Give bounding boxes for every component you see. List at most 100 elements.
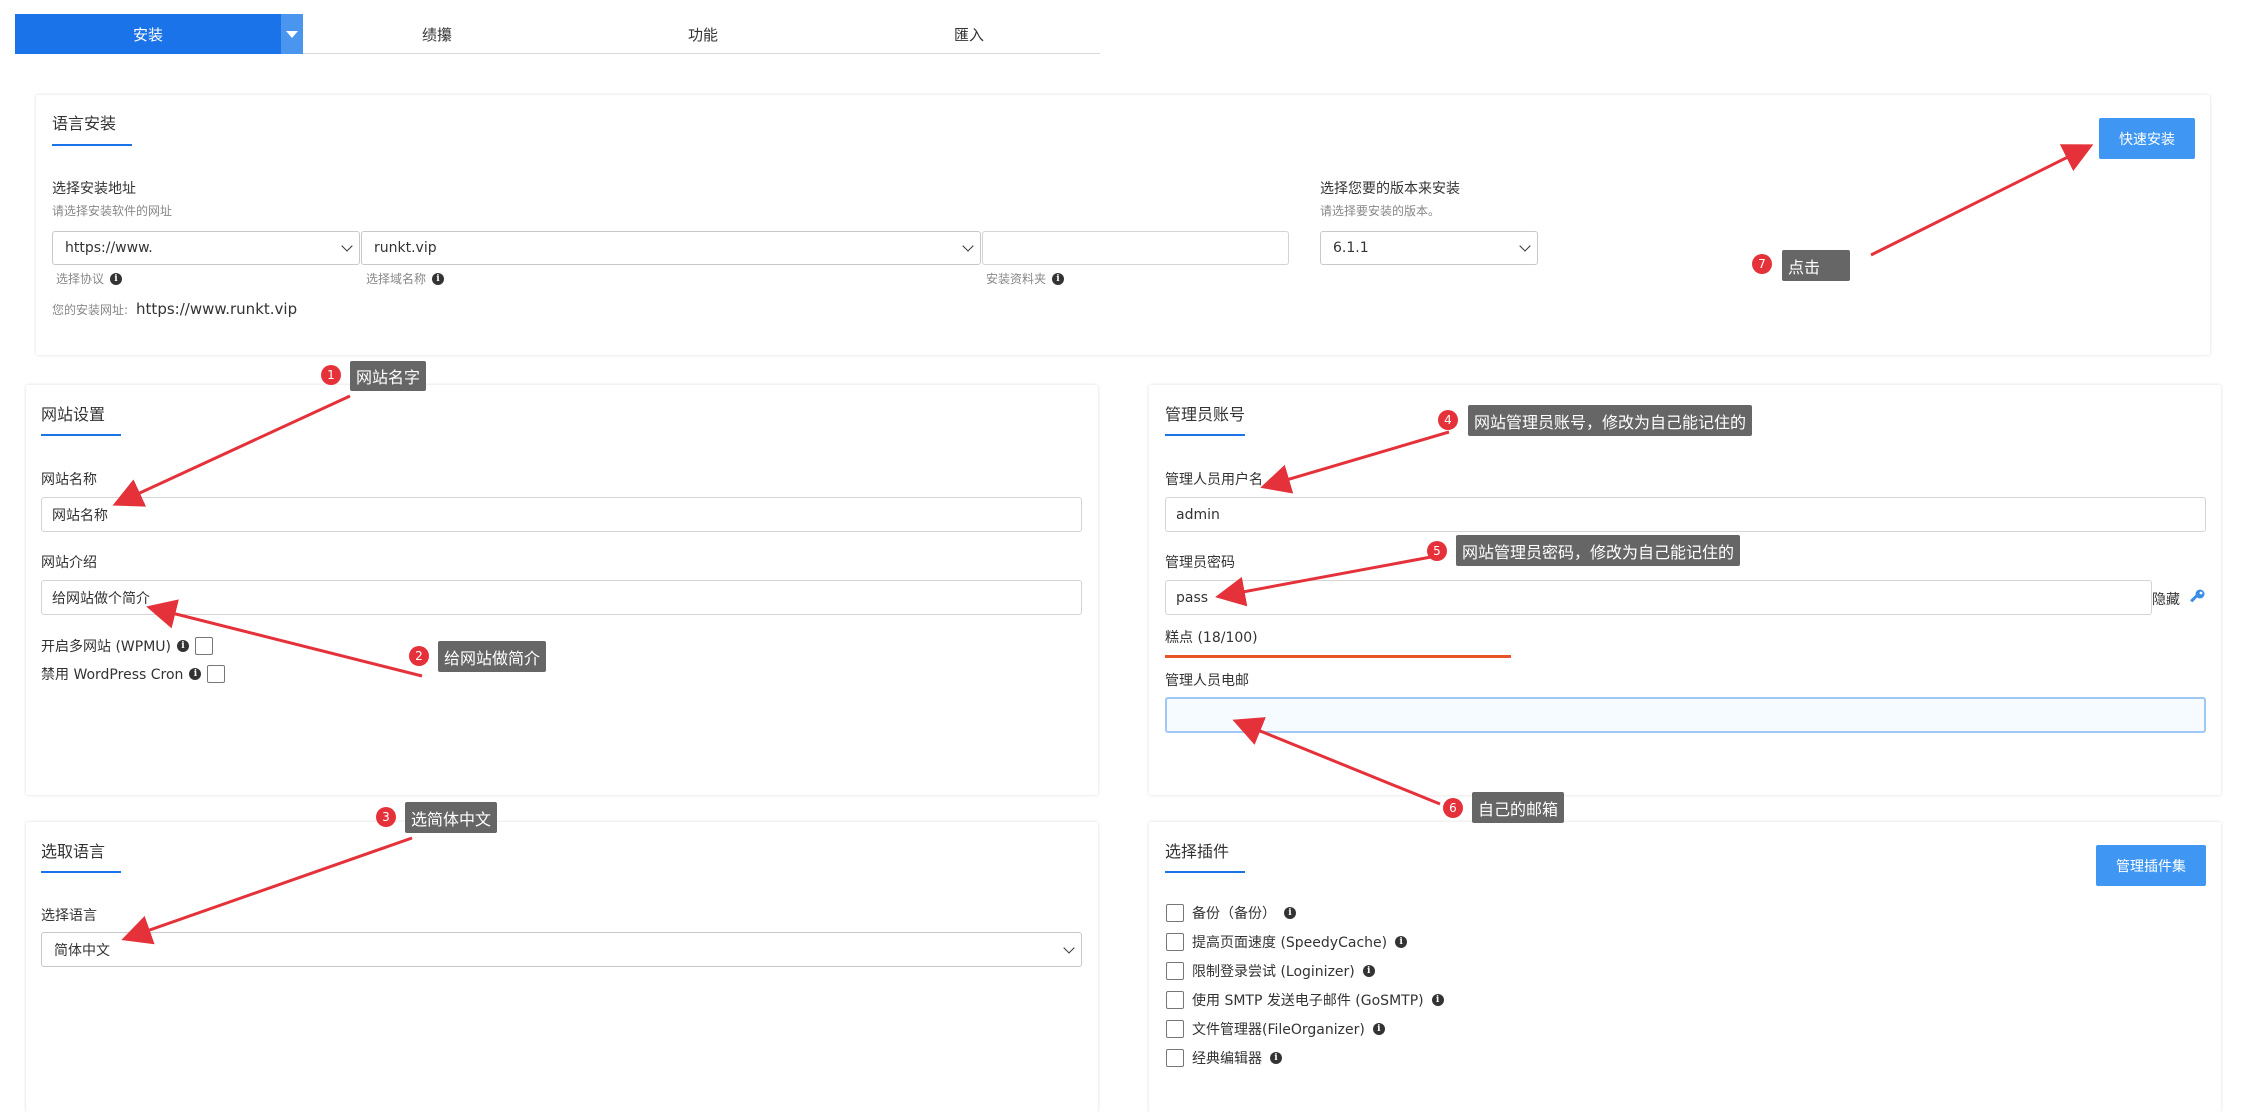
tab-dropdown-toggle[interactable] <box>281 14 303 54</box>
site-name-label: 网站名称 <box>41 472 97 488</box>
info-icon[interactable]: i <box>1052 272 1065 285</box>
site-desc-input[interactable]: 给网站做个简介 <box>41 580 1082 615</box>
protocol-caption: 选择协议 i <box>56 270 123 287</box>
site-desc-label: 网站介绍 <box>41 555 97 571</box>
plugin-item-gosmtp: 使用 SMTP 发送电子邮件 (GoSMTP) i <box>1166 990 1444 1009</box>
annotation-badge-4: 4 <box>1438 410 1458 430</box>
protocol-value: https://www. <box>65 240 153 256</box>
site-title-underline <box>41 434 121 436</box>
install-location-label: 选择安装地址 <box>52 181 136 197</box>
chevron-down-icon <box>1063 941 1075 954</box>
plugins-title: 选择插件 <box>1165 842 1230 861</box>
wpmu-row: 开启多网站 (WPMU) i <box>41 636 213 656</box>
info-icon[interactable]: i <box>432 272 445 285</box>
language-select[interactable]: 简体中文 <box>41 932 1082 967</box>
plugin-checkbox[interactable] <box>1166 1048 1184 1067</box>
admin-pass-input[interactable]: pass <box>1165 580 2152 615</box>
info-icon[interactable]: i <box>1372 1022 1385 1035</box>
info-icon[interactable]: i <box>1284 906 1296 919</box>
language-title: 选取语言 <box>41 842 106 861</box>
protocol-select[interactable]: https://www. <box>52 231 360 265</box>
annotation-badge-1: 1 <box>321 365 341 385</box>
install-card <box>36 95 2210 355</box>
admin-user-value: admin <box>1176 506 1220 523</box>
install-url-row: 您的安装网址: https://www.runkt.vip <box>52 300 297 318</box>
language-card <box>26 822 1098 1112</box>
tab-import[interactable]: 匯入 <box>869 14 1069 54</box>
install-folder-input[interactable] <box>982 231 1289 265</box>
plugins-title-underline <box>1165 871 1245 873</box>
install-title-underline <box>52 144 132 146</box>
language-label: 选择语言 <box>41 908 97 924</box>
plugin-item-backup: 备份（备份） i <box>1166 903 1444 922</box>
admin-pass-label: 管理员密码 <box>1165 555 1235 571</box>
folder-caption-text: 安装资料夹 <box>986 272 1047 286</box>
tab-install[interactable]: 安装 <box>15 14 281 54</box>
plugin-checkbox[interactable] <box>1166 961 1184 980</box>
annotation-note-6: 自己的邮箱 <box>1472 792 1565 823</box>
info-icon[interactable]: i <box>1395 935 1408 948</box>
quick-install-button[interactable]: 快速安装 <box>2099 118 2195 159</box>
language-title-underline <box>41 871 121 873</box>
tab-features[interactable]: 功能 <box>603 14 803 54</box>
info-icon[interactable]: i <box>1270 1051 1282 1064</box>
annotation-badge-6: 6 <box>1443 798 1463 818</box>
annotation-note-1: 网站名字 <box>350 361 427 391</box>
info-icon[interactable]: i <box>110 272 123 285</box>
tab-performance[interactable]: 绩攥 <box>337 14 537 54</box>
info-icon[interactable]: i <box>189 668 202 680</box>
plugin-label: 限制登录尝试 (Loginizer) <box>1192 963 1355 980</box>
plugins-list: 备份（备份） i 提高页面速度 (SpeedyCache) i 限制登录尝试 (… <box>1166 903 1444 1067</box>
admin-user-label: 管理人员用户名 <box>1165 472 1263 488</box>
wpmu-checkbox[interactable] <box>195 637 213 655</box>
plugin-checkbox[interactable] <box>1166 903 1184 922</box>
annotation-note-2: 给网站做简介 <box>438 641 547 672</box>
annotation-note-7: 点击 <box>1782 250 1850 281</box>
version-sub: 请选择要安装的版本。 <box>1320 204 1441 218</box>
install-url-prefix: 您的安装网址: <box>52 303 129 317</box>
key-icon[interactable] <box>2188 588 2206 606</box>
info-icon[interactable]: i <box>1362 964 1375 977</box>
install-url-value: https://www.runkt.vip <box>136 300 298 318</box>
plugin-item-speedycache: 提高页面速度 (SpeedyCache) i <box>1166 932 1444 951</box>
plugin-checkbox[interactable] <box>1166 990 1184 1009</box>
site-name-input[interactable]: 网站名称 <box>41 497 1082 532</box>
version-select[interactable]: 6.1.1 <box>1320 231 1538 265</box>
annotation-note-4: 网站管理员账号，修改为自己能记住的 <box>1468 405 1753 436</box>
annotation-note-5: 网站管理员密码，修改为自己能记住的 <box>1456 535 1741 566</box>
chevron-down-icon <box>1519 240 1531 252</box>
admin-title-underline <box>1165 434 1245 436</box>
version-label: 选择您要的版本来安装 <box>1320 181 1460 197</box>
plugin-item-loginizer: 限制登录尝试 (Loginizer) i <box>1166 961 1444 980</box>
hide-password-toggle[interactable]: 隐藏 <box>2152 589 2180 609</box>
password-strength-bar <box>1165 655 1511 658</box>
cron-checkbox[interactable] <box>207 665 226 683</box>
annotation-badge-5: 5 <box>1427 541 1447 561</box>
wpmu-label: 开启多网站 (WPMU) <box>41 639 171 655</box>
plugin-label: 经典编辑器 <box>1192 1050 1262 1067</box>
admin-pass-value: pass <box>1176 589 1209 606</box>
plugin-checkbox[interactable] <box>1166 1019 1184 1038</box>
admin-email-input[interactable] <box>1165 697 2206 733</box>
chevron-down-icon <box>286 30 298 38</box>
admin-email-label: 管理人员电邮 <box>1165 673 1249 689</box>
domain-caption-text: 选择域名称 <box>366 272 427 286</box>
site-desc-value: 给网站做个简介 <box>52 590 150 607</box>
version-value: 6.1.1 <box>1333 240 1369 256</box>
annotation-badge-2: 2 <box>409 646 429 666</box>
plugin-label: 备份（备份） <box>1192 905 1276 922</box>
admin-title: 管理员账号 <box>1165 405 1246 424</box>
plugin-checkbox[interactable] <box>1166 932 1184 951</box>
install-location-sub: 请选择安装软件的网址 <box>52 204 173 218</box>
install-title: 语言安装 <box>52 114 117 133</box>
info-icon[interactable]: i <box>177 640 189 652</box>
folder-caption: 安装资料夹 i <box>986 270 1065 287</box>
info-icon[interactable]: i <box>1431 993 1444 1006</box>
plugin-item-fileorganizer: 文件管理器(FileOrganizer) i <box>1166 1019 1444 1038</box>
manage-plugins-button[interactable]: 管理插件集 <box>2096 845 2206 886</box>
cron-label: 禁用 WordPress Cron <box>41 667 184 683</box>
domain-select[interactable]: runkt.vip <box>361 231 981 265</box>
plugin-label: 文件管理器(FileOrganizer) <box>1192 1021 1365 1038</box>
admin-user-input[interactable]: admin <box>1165 497 2206 532</box>
site-settings-title: 网站设置 <box>41 405 106 424</box>
